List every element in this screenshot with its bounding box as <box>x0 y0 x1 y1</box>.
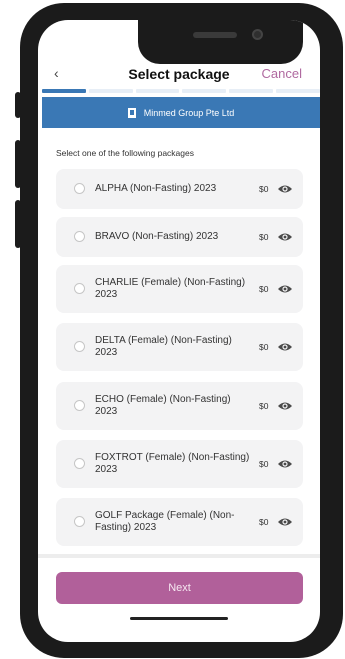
eye-icon[interactable] <box>277 459 293 469</box>
progress-segment <box>135 89 180 93</box>
package-name: ECHO (Female) (Non-Fasting) 2023 <box>95 394 231 417</box>
package-item[interactable]: DELTA (Female) (Non-Fasting) 2023 $0 <box>56 323 303 371</box>
package-name: GOLF Package (Female) (Non-Fasting) 2023 <box>95 510 235 533</box>
radio-button[interactable] <box>74 400 85 411</box>
home-indicator <box>130 617 228 620</box>
header: ‹ Select package Cancel <box>38 65 320 91</box>
package-price: $0 <box>259 459 269 469</box>
radio-button[interactable] <box>74 231 85 242</box>
eye-icon[interactable] <box>277 401 293 411</box>
radio-button[interactable] <box>74 183 85 194</box>
progress-segment <box>182 89 227 93</box>
package-price: $0 <box>259 517 269 527</box>
speaker <box>193 32 237 38</box>
package-item[interactable]: ALPHA (Non-Fasting) 2023 $0 <box>56 169 303 209</box>
notch <box>138 20 303 64</box>
company-banner: Minmed Group Pte Ltd <box>42 97 320 128</box>
next-button[interactable]: Next <box>56 572 303 604</box>
package-price: $0 <box>259 401 269 411</box>
package-name: DELTA (Female) (Non-Fasting) 2023 <box>95 335 232 358</box>
package-item[interactable]: BRAVO (Non-Fasting) 2023 $0 <box>56 217 303 257</box>
progress-segment <box>88 89 133 93</box>
package-item[interactable]: FOXTROT (Female) (Non-Fasting) 2023 $0 <box>56 440 303 488</box>
package-name: BRAVO (Non-Fasting) 2023 <box>95 231 219 242</box>
package-item[interactable]: ECHO (Female) (Non-Fasting) 2023 $0 <box>56 382 303 430</box>
radio-button[interactable] <box>74 516 85 527</box>
eye-icon[interactable] <box>277 517 293 527</box>
radio-button[interactable] <box>74 341 85 352</box>
step-progress-bar <box>42 89 320 93</box>
divider <box>38 554 320 558</box>
eye-icon[interactable] <box>277 184 293 194</box>
package-price: $0 <box>259 184 269 194</box>
radio-button[interactable] <box>74 283 85 294</box>
company-name: Minmed Group Pte Ltd <box>143 107 235 118</box>
package-name: ALPHA (Non-Fasting) 2023 <box>95 183 217 194</box>
eye-icon[interactable] <box>277 232 293 242</box>
phone-screen: ‹ Select package Cancel Minmed Group Pte… <box>38 20 320 642</box>
radio-button[interactable] <box>74 458 85 469</box>
eye-icon[interactable] <box>277 342 293 352</box>
package-name: CHARLIE (Female) (Non-Fasting) 2023 <box>95 277 246 300</box>
progress-segment <box>276 89 320 93</box>
progress-segment <box>42 89 86 93</box>
package-price: $0 <box>259 342 269 352</box>
building-icon <box>127 107 136 118</box>
eye-icon[interactable] <box>277 284 293 294</box>
progress-segment <box>229 89 274 93</box>
package-price: $0 <box>259 284 269 294</box>
instruction-text: Select one of the following packages <box>56 148 194 158</box>
package-item[interactable]: CHARLIE (Female) (Non-Fasting) 2023 $0 <box>56 265 303 313</box>
package-item[interactable]: GOLF Package (Female) (Non-Fasting) 2023… <box>56 498 303 546</box>
cancel-button[interactable]: Cancel <box>262 66 302 81</box>
camera <box>252 29 263 40</box>
package-name: FOXTROT (Female) (Non-Fasting) 2023 <box>95 452 250 475</box>
package-price: $0 <box>259 232 269 242</box>
